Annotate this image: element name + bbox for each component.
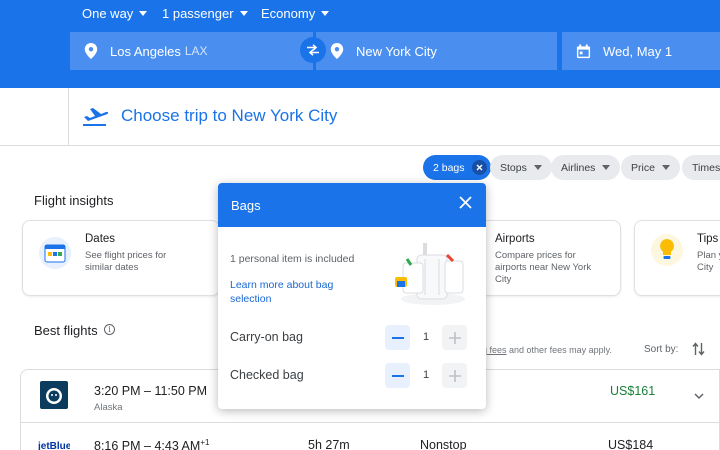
lightbulb-icon bbox=[651, 234, 683, 266]
origin-code: LAX bbox=[184, 44, 208, 58]
calendar-icon bbox=[576, 43, 591, 58]
filter-price-chip[interactable]: Price bbox=[621, 155, 680, 180]
sort-label: Sort by: bbox=[644, 344, 679, 355]
swap-button[interactable] bbox=[300, 37, 326, 63]
minus-icon bbox=[391, 374, 404, 377]
checked-increase-button[interactable] bbox=[442, 363, 467, 388]
pin-icon bbox=[84, 43, 98, 59]
svg-text:jetBlue: jetBlue bbox=[38, 441, 70, 450]
origin-value: Los Angeles bbox=[110, 43, 181, 59]
insight-title: Airports bbox=[495, 233, 535, 245]
insight-title: Dates bbox=[85, 233, 116, 245]
filter-stops-label: Stops bbox=[500, 161, 527, 174]
fees-note: g fees and other fees may apply. bbox=[482, 345, 612, 355]
filter-times-label: Times bbox=[692, 161, 720, 174]
filter-bags-chip[interactable]: 2 bags bbox=[423, 155, 491, 180]
caret-down-icon bbox=[139, 11, 148, 16]
checked-bag-label: Checked bag bbox=[230, 368, 304, 382]
flight-row[interactable]: jetBlue 8:16 PM – 4:43 AM+1 5h 27m Nonst… bbox=[20, 423, 720, 450]
best-flights-heading: Best flights bbox=[34, 323, 98, 338]
day-offset: +1 bbox=[200, 438, 210, 447]
pin-icon bbox=[330, 43, 344, 59]
plane-depart-icon bbox=[83, 108, 108, 126]
caret-down-icon bbox=[661, 165, 670, 170]
learn-more-link[interactable]: Learn more about bag selection bbox=[230, 278, 370, 306]
filter-airlines-chip[interactable]: Airlines bbox=[551, 155, 621, 180]
alaska-airlines-logo bbox=[40, 381, 68, 409]
cabin-select[interactable]: Economy bbox=[261, 6, 330, 21]
origin-field[interactable]: Los Angeles LAX bbox=[70, 32, 313, 70]
trip-type-label: One way bbox=[82, 6, 134, 21]
insight-description: Compare prices for airports near New Yor… bbox=[495, 250, 592, 285]
insight-description: Plan y City bbox=[697, 250, 720, 273]
filter-stops-chip[interactable]: Stops bbox=[490, 155, 552, 180]
sort-icon[interactable] bbox=[692, 342, 705, 356]
dialog-title: Bags bbox=[231, 197, 261, 213]
insight-card-tips[interactable]: Tips Plan y City bbox=[634, 220, 720, 296]
calendar-icon bbox=[39, 237, 71, 269]
carry-on-count: 1 bbox=[423, 331, 430, 343]
flight-times: 8:16 PM – 4:43 AM bbox=[94, 439, 201, 450]
page-title: Choose trip to New York City bbox=[121, 106, 338, 125]
flight-price: US$161 bbox=[610, 384, 656, 398]
cabin-label: Economy bbox=[261, 6, 316, 21]
checked-count: 1 bbox=[423, 369, 430, 381]
caret-down-icon bbox=[239, 11, 248, 16]
caret-down-icon bbox=[533, 165, 542, 170]
swap-icon bbox=[307, 44, 319, 56]
search-header: One way 1 passenger Economy Los Angeles L… bbox=[0, 0, 720, 88]
filter-times-chip[interactable]: Times bbox=[682, 155, 720, 180]
close-icon[interactable] bbox=[459, 196, 472, 209]
passenger-select[interactable]: 1 passenger bbox=[162, 6, 248, 21]
destination-value: New York City bbox=[356, 43, 437, 59]
filter-price-label: Price bbox=[631, 161, 655, 174]
caret-down-icon bbox=[602, 165, 611, 170]
divider bbox=[68, 88, 69, 146]
minus-icon bbox=[391, 336, 404, 339]
insight-title: Tips bbox=[697, 233, 719, 245]
luggage-illustration bbox=[395, 243, 465, 305]
flight-duration: 5h 27m bbox=[308, 438, 350, 450]
destination-field[interactable]: New York City bbox=[316, 32, 557, 70]
insight-description: See flight prices for similar dates bbox=[85, 250, 167, 273]
plus-icon bbox=[448, 369, 461, 382]
passenger-label: 1 passenger bbox=[162, 6, 234, 21]
plus-icon bbox=[448, 331, 461, 344]
jetblue-logo: jetBlue bbox=[38, 441, 70, 450]
checked-decrease-button[interactable] bbox=[385, 363, 410, 388]
insights-heading: Flight insights bbox=[34, 193, 114, 208]
clear-filter-button[interactable] bbox=[471, 160, 487, 175]
trip-header: Choose trip to New York City bbox=[0, 88, 720, 146]
personal-item-note: 1 personal item is included bbox=[230, 253, 355, 265]
filter-airlines-label: Airlines bbox=[561, 161, 596, 174]
caret-down-icon bbox=[321, 11, 330, 16]
insight-card-dates[interactable]: Dates See flight prices for similar date… bbox=[22, 220, 220, 296]
flight-stops: Nonstop bbox=[420, 438, 467, 450]
flight-times: 3:20 PM – 11:50 PM bbox=[94, 384, 208, 398]
carry-on-label: Carry-on bag bbox=[230, 330, 303, 344]
flight-airline: Alaska bbox=[94, 402, 123, 413]
date-field[interactable]: Wed, May 1 bbox=[562, 32, 720, 70]
carry-on-increase-button[interactable] bbox=[442, 325, 467, 350]
date-value: Wed, May 1 bbox=[603, 43, 673, 59]
filter-bags-label: 2 bags bbox=[433, 161, 465, 174]
close-icon bbox=[476, 164, 483, 171]
flight-price: US$184 bbox=[608, 438, 654, 450]
bags-dialog: Bags 1 personal item is included Learn m… bbox=[218, 183, 486, 409]
info-icon[interactable]: i bbox=[104, 324, 115, 335]
dialog-header: Bags bbox=[218, 183, 486, 227]
chevron-down-icon[interactable] bbox=[694, 393, 704, 400]
carry-on-decrease-button[interactable] bbox=[385, 325, 410, 350]
trip-type-select[interactable]: One way bbox=[82, 6, 148, 21]
fees-text: and other fees may apply. bbox=[506, 345, 612, 355]
